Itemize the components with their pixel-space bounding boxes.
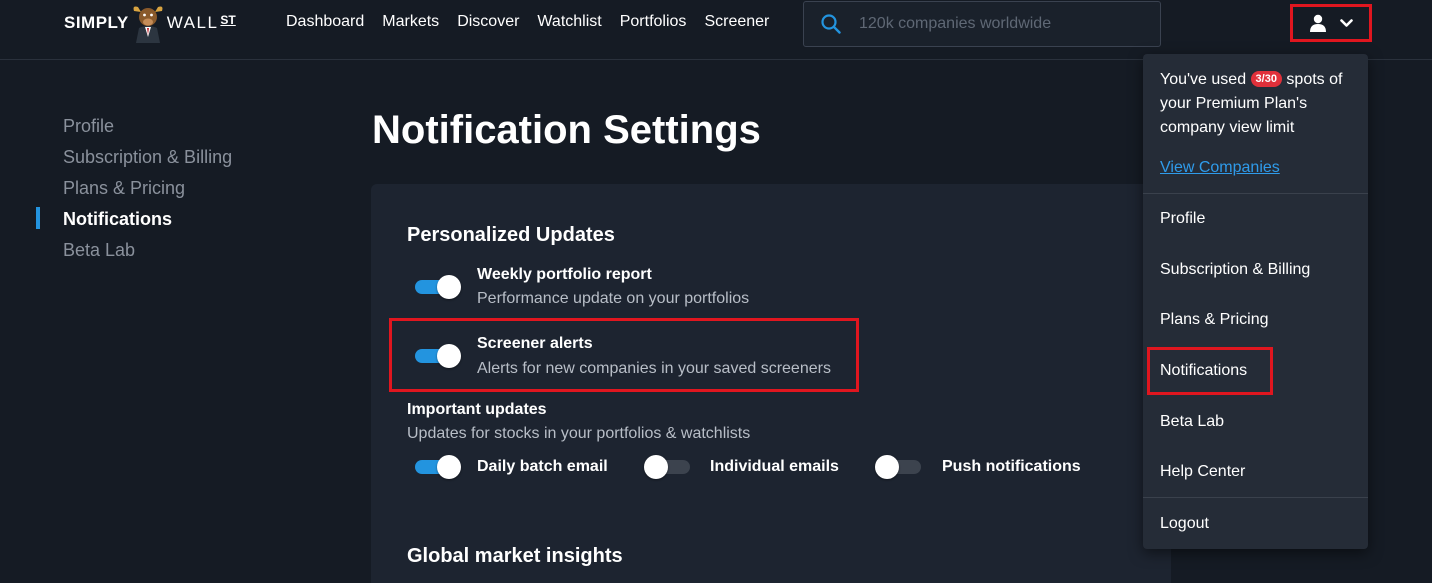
user-menu-button[interactable] — [1290, 4, 1372, 42]
menu-item-subscription-billing[interactable]: Subscription & Billing — [1160, 261, 1310, 279]
section-heading-personalized: Personalized Updates — [407, 224, 615, 246]
nav-screener[interactable]: Screener — [704, 13, 769, 31]
menu-item-profile[interactable]: Profile — [1160, 210, 1205, 228]
page-title: Notification Settings — [372, 108, 761, 152]
nav-watchlist[interactable]: Watchlist — [537, 13, 601, 31]
menu-item-help-center[interactable]: Help Center — [1160, 463, 1245, 481]
screener-alerts-desc: Alerts for new companies in your saved s… — [477, 360, 831, 377]
toggle-knob — [437, 455, 461, 479]
search-icon — [821, 14, 841, 34]
toggle-knob — [644, 455, 668, 479]
logo[interactable]: SIMPLY WALL ST — [64, 2, 236, 44]
view-companies-link[interactable]: View Companies — [1160, 159, 1280, 177]
push-notifications-label: Push notifications — [942, 458, 1081, 475]
logo-word-simply: SIMPLY — [64, 13, 129, 32]
sidebar-item-notifications[interactable]: Notifications — [0, 207, 232, 238]
sidebar-item-plans-pricing[interactable]: Plans & Pricing — [0, 176, 232, 207]
notification-settings-card: Personalized Updates Weekly portfolio re… — [371, 184, 1171, 583]
logo-word-wall: WALL — [166, 13, 219, 32]
push-notifications-toggle[interactable] — [875, 453, 923, 479]
menu-item-plans-pricing[interactable]: Plans & Pricing — [1160, 311, 1269, 329]
bull-mascot-icon — [133, 6, 163, 43]
weekly-report-title: Weekly portfolio report — [477, 266, 652, 283]
toggle-knob — [437, 275, 461, 299]
sidebar-item-beta-lab[interactable]: Beta Lab — [0, 238, 232, 269]
main-nav: Dashboard Markets Discover Watchlist Por… — [286, 13, 769, 31]
logo-word-st: ST — [220, 13, 236, 27]
sidebar-item-profile[interactable]: Profile — [0, 114, 232, 145]
section-heading-global-market: Global market insights — [407, 545, 623, 567]
toggle-knob — [875, 455, 899, 479]
important-updates-title: Important updates — [407, 401, 547, 418]
daily-batch-email-toggle[interactable] — [413, 453, 461, 479]
user-dropdown-menu: You've used 3/30 spots of your Premium P… — [1143, 54, 1368, 549]
menu-item-logout[interactable]: Logout — [1160, 515, 1209, 533]
menu-divider — [1143, 497, 1368, 498]
individual-emails-toggle[interactable] — [644, 453, 692, 479]
nav-dashboard[interactable]: Dashboard — [286, 13, 364, 31]
search-input[interactable] — [859, 15, 1139, 33]
weekly-report-toggle[interactable] — [413, 273, 461, 299]
top-bar: SIMPLY WALL ST Dashboard Markets Discove… — [0, 0, 1432, 60]
nav-discover[interactable]: Discover — [457, 13, 519, 31]
important-updates-desc: Updates for stocks in your portfolios & … — [407, 425, 751, 442]
screener-alerts-title: Screener alerts — [477, 335, 593, 352]
nav-markets[interactable]: Markets — [382, 13, 439, 31]
search-box[interactable] — [803, 1, 1161, 47]
screener-alerts-toggle[interactable] — [413, 342, 461, 368]
nav-portfolios[interactable]: Portfolios — [620, 13, 687, 31]
toggle-knob — [437, 344, 461, 368]
usage-message: You've used 3/30 spots of your Premium P… — [1160, 68, 1360, 140]
menu-item-notifications[interactable]: Notifications — [1160, 362, 1247, 380]
daily-batch-email-label: Daily batch email — [477, 458, 608, 475]
usage-text-pre: You've used — [1160, 71, 1247, 88]
user-icon — [1309, 14, 1326, 32]
usage-badge: 3/30 — [1250, 71, 1282, 87]
individual-emails-label: Individual emails — [710, 458, 839, 475]
chevron-down-icon — [1339, 18, 1353, 27]
settings-sidebar: Profile Subscription & Billing Plans & P… — [0, 114, 232, 269]
menu-divider — [1143, 193, 1368, 194]
menu-item-beta-lab[interactable]: Beta Lab — [1160, 413, 1224, 431]
weekly-report-desc: Performance update on your portfolios — [477, 290, 750, 307]
sidebar-item-subscription-billing[interactable]: Subscription & Billing — [0, 145, 232, 176]
